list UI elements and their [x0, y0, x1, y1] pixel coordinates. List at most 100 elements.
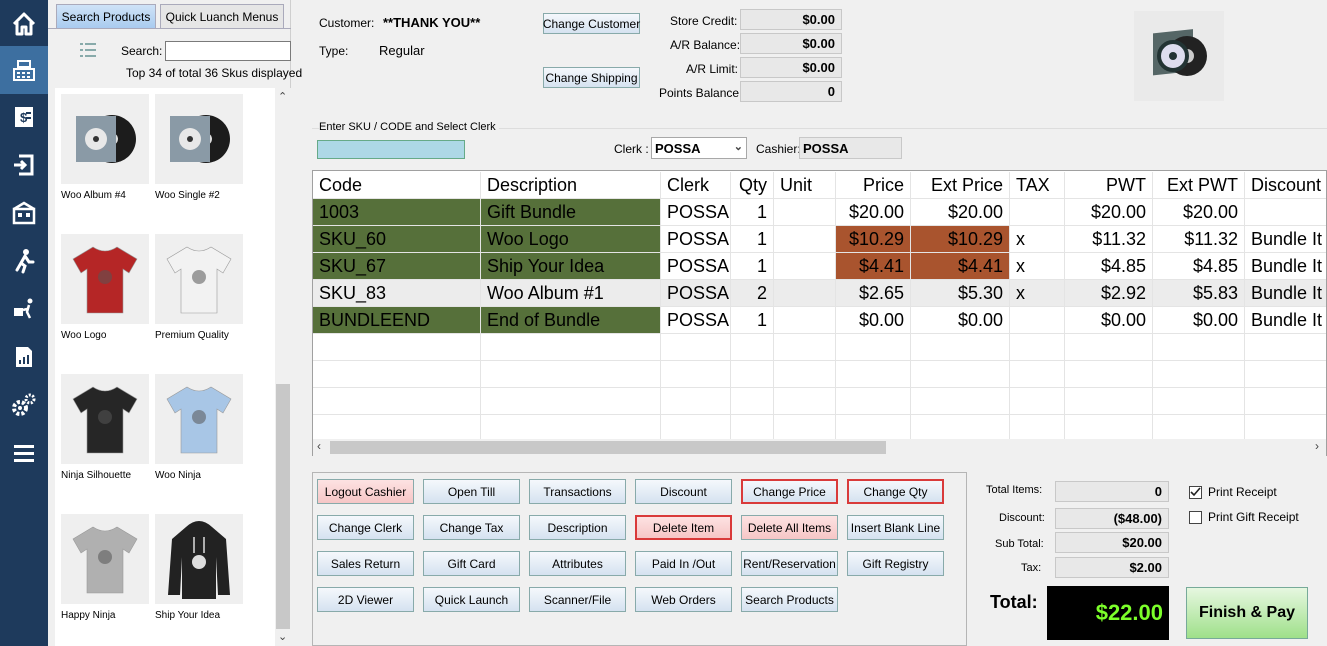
product-tile[interactable]: Happy Ninja: [61, 508, 149, 640]
table-cell: x: [1010, 253, 1065, 280]
empty-cell: [313, 415, 481, 442]
change-price-button[interactable]: Change Price: [741, 479, 838, 504]
home-icon[interactable]: [0, 0, 48, 48]
table-cell: $0.00: [836, 307, 911, 334]
table-cell: [1010, 307, 1065, 334]
table-cell: 1: [731, 253, 774, 280]
total-items-label: Total Items:: [986, 484, 1043, 496]
tab-search-products[interactable]: Search Products: [56, 4, 156, 28]
exit-icon[interactable]: [0, 141, 48, 189]
empty-cell: [1010, 415, 1065, 442]
empty-cell: [1153, 361, 1245, 388]
register-icon[interactable]: [0, 46, 48, 94]
nav-sidebar: $: [0, 0, 48, 646]
scroll-right-icon[interactable]: ›: [1315, 439, 1319, 453]
warehouse-icon[interactable]: [0, 189, 48, 237]
product-tile[interactable]: Premium Quality: [155, 228, 243, 360]
change-shipping-button[interactable]: Change Shipping: [543, 67, 640, 88]
empty-cell: [731, 415, 774, 442]
delete-all-items-button[interactable]: Delete All Items: [741, 515, 838, 540]
ar-balance-value: $0.00: [740, 33, 842, 54]
product-grid-scrollbar[interactable]: ⌃ ⌄: [275, 88, 291, 646]
print-gift-receipt-checkbox[interactable]: [1189, 511, 1202, 524]
product-tile[interactable]: Ship Your Idea: [155, 508, 243, 640]
product-name: Ninja Silhouette: [61, 470, 132, 481]
table-cell: $5.83: [1153, 280, 1245, 307]
web-orders-button[interactable]: Web Orders: [635, 587, 732, 612]
empty-cell: [774, 361, 836, 388]
product-tile[interactable]: Woo Ninja: [155, 368, 243, 500]
product-image: [155, 374, 243, 464]
product-grid: Woo Album #4 Woo Single #2 Woo Logo Premium…: [55, 88, 275, 646]
tab-divider: [48, 28, 291, 29]
empty-cell: [836, 415, 911, 442]
product-tile[interactable]: Ninja Silhouette: [61, 368, 149, 500]
tshirt-icon: [166, 246, 232, 314]
change-qty-button[interactable]: Change Qty: [847, 479, 944, 504]
gift-card-button[interactable]: Gift Card: [423, 551, 520, 576]
menu-icon[interactable]: [0, 429, 48, 477]
table-cell: End of Bundle: [481, 307, 661, 334]
transactions-button[interactable]: Transactions: [529, 479, 626, 504]
delete-item-button[interactable]: Delete Item: [635, 515, 732, 540]
finish-and-pay-button[interactable]: Finish & Pay: [1186, 587, 1308, 639]
search-input[interactable]: [165, 41, 291, 61]
product-tile[interactable]: Woo Single #2: [155, 88, 243, 220]
sales-return-button[interactable]: Sales Return: [317, 551, 414, 576]
store-credit-value: $0.00: [740, 9, 842, 30]
hscrollbar-thumb[interactable]: [330, 441, 886, 454]
scroll-up-icon[interactable]: ⌃: [278, 90, 287, 103]
scroll-down-icon[interactable]: ⌄: [278, 630, 287, 643]
table-cell: [774, 253, 836, 280]
grid-hscrollbar[interactable]: ‹ ›: [313, 439, 1326, 456]
logout-cashier-button[interactable]: Logout Cashier: [317, 479, 414, 504]
paid-in-out-button[interactable]: Paid In /Out: [635, 551, 732, 576]
type-label: Type:: [319, 44, 349, 58]
attributes-button[interactable]: Attributes: [529, 551, 626, 576]
column-header-ext-pwt: Ext PWT: [1153, 172, 1245, 199]
gift-registry-button[interactable]: Gift Registry: [847, 551, 944, 576]
search-label: Search:: [121, 44, 163, 58]
rent-reservation-button[interactable]: Rent/Reservation: [741, 551, 838, 576]
empty-cell: [774, 388, 836, 415]
invoice-icon[interactable]: $: [0, 93, 48, 141]
quick-launch-button[interactable]: Quick Launch: [423, 587, 520, 612]
description-button[interactable]: Description: [529, 515, 626, 540]
sku-input[interactable]: [317, 140, 465, 159]
search-products-button[interactable]: Search Products: [741, 587, 838, 612]
product-tile[interactable]: Woo Album #4: [61, 88, 149, 220]
empty-cell: [911, 361, 1010, 388]
list-view-icon[interactable]: [80, 42, 96, 61]
open-till-button[interactable]: Open Till: [423, 479, 520, 504]
print-gift-receipt-label[interactable]: Print Gift Receipt: [1208, 510, 1299, 524]
change-tax-button[interactable]: Change Tax: [423, 515, 520, 540]
scroll-left-icon[interactable]: ‹: [317, 439, 321, 453]
tax-label: Tax:: [1021, 562, 1042, 574]
walking-person-icon[interactable]: [0, 237, 48, 285]
change-clerk-button[interactable]: Change Clerk: [317, 515, 414, 540]
print-receipt-checkbox[interactable]: [1189, 486, 1202, 499]
tab-quick-launch-menus[interactable]: Quick Luanch Menus: [160, 4, 284, 28]
clerk-select[interactable]: POSSA ⌄: [651, 137, 747, 159]
table-cell: Ship Your Idea: [481, 253, 661, 280]
change-customer-button[interactable]: Change Customer: [543, 13, 640, 34]
product-image: [61, 374, 149, 464]
scrollbar-thumb[interactable]: [276, 384, 290, 629]
settings-icon[interactable]: [0, 381, 48, 429]
scanner-file-button[interactable]: Scanner/File: [529, 587, 626, 612]
table-cell: [774, 199, 836, 226]
print-receipt-label[interactable]: Print Receipt: [1208, 485, 1277, 499]
table-cell: $4.41: [836, 253, 911, 280]
insert-blank-line-button[interactable]: Insert Blank Line: [847, 515, 944, 540]
discount-button[interactable]: Discount: [635, 479, 732, 504]
line-items-grid[interactable]: Code Description Clerk Qty Unit Price Ext Pric…: [312, 170, 1327, 456]
empty-cell: [836, 334, 911, 361]
product-tile[interactable]: Woo Logo: [61, 228, 149, 360]
product-image: [61, 94, 149, 184]
clerk-label: Clerk :: [614, 142, 649, 156]
2d-viewer-button[interactable]: 2D Viewer: [317, 587, 414, 612]
delivery-icon[interactable]: [0, 285, 48, 333]
tshirt-icon: [72, 526, 138, 594]
store-credit-label: Store Credit:: [670, 14, 738, 28]
report-icon[interactable]: [0, 333, 48, 381]
